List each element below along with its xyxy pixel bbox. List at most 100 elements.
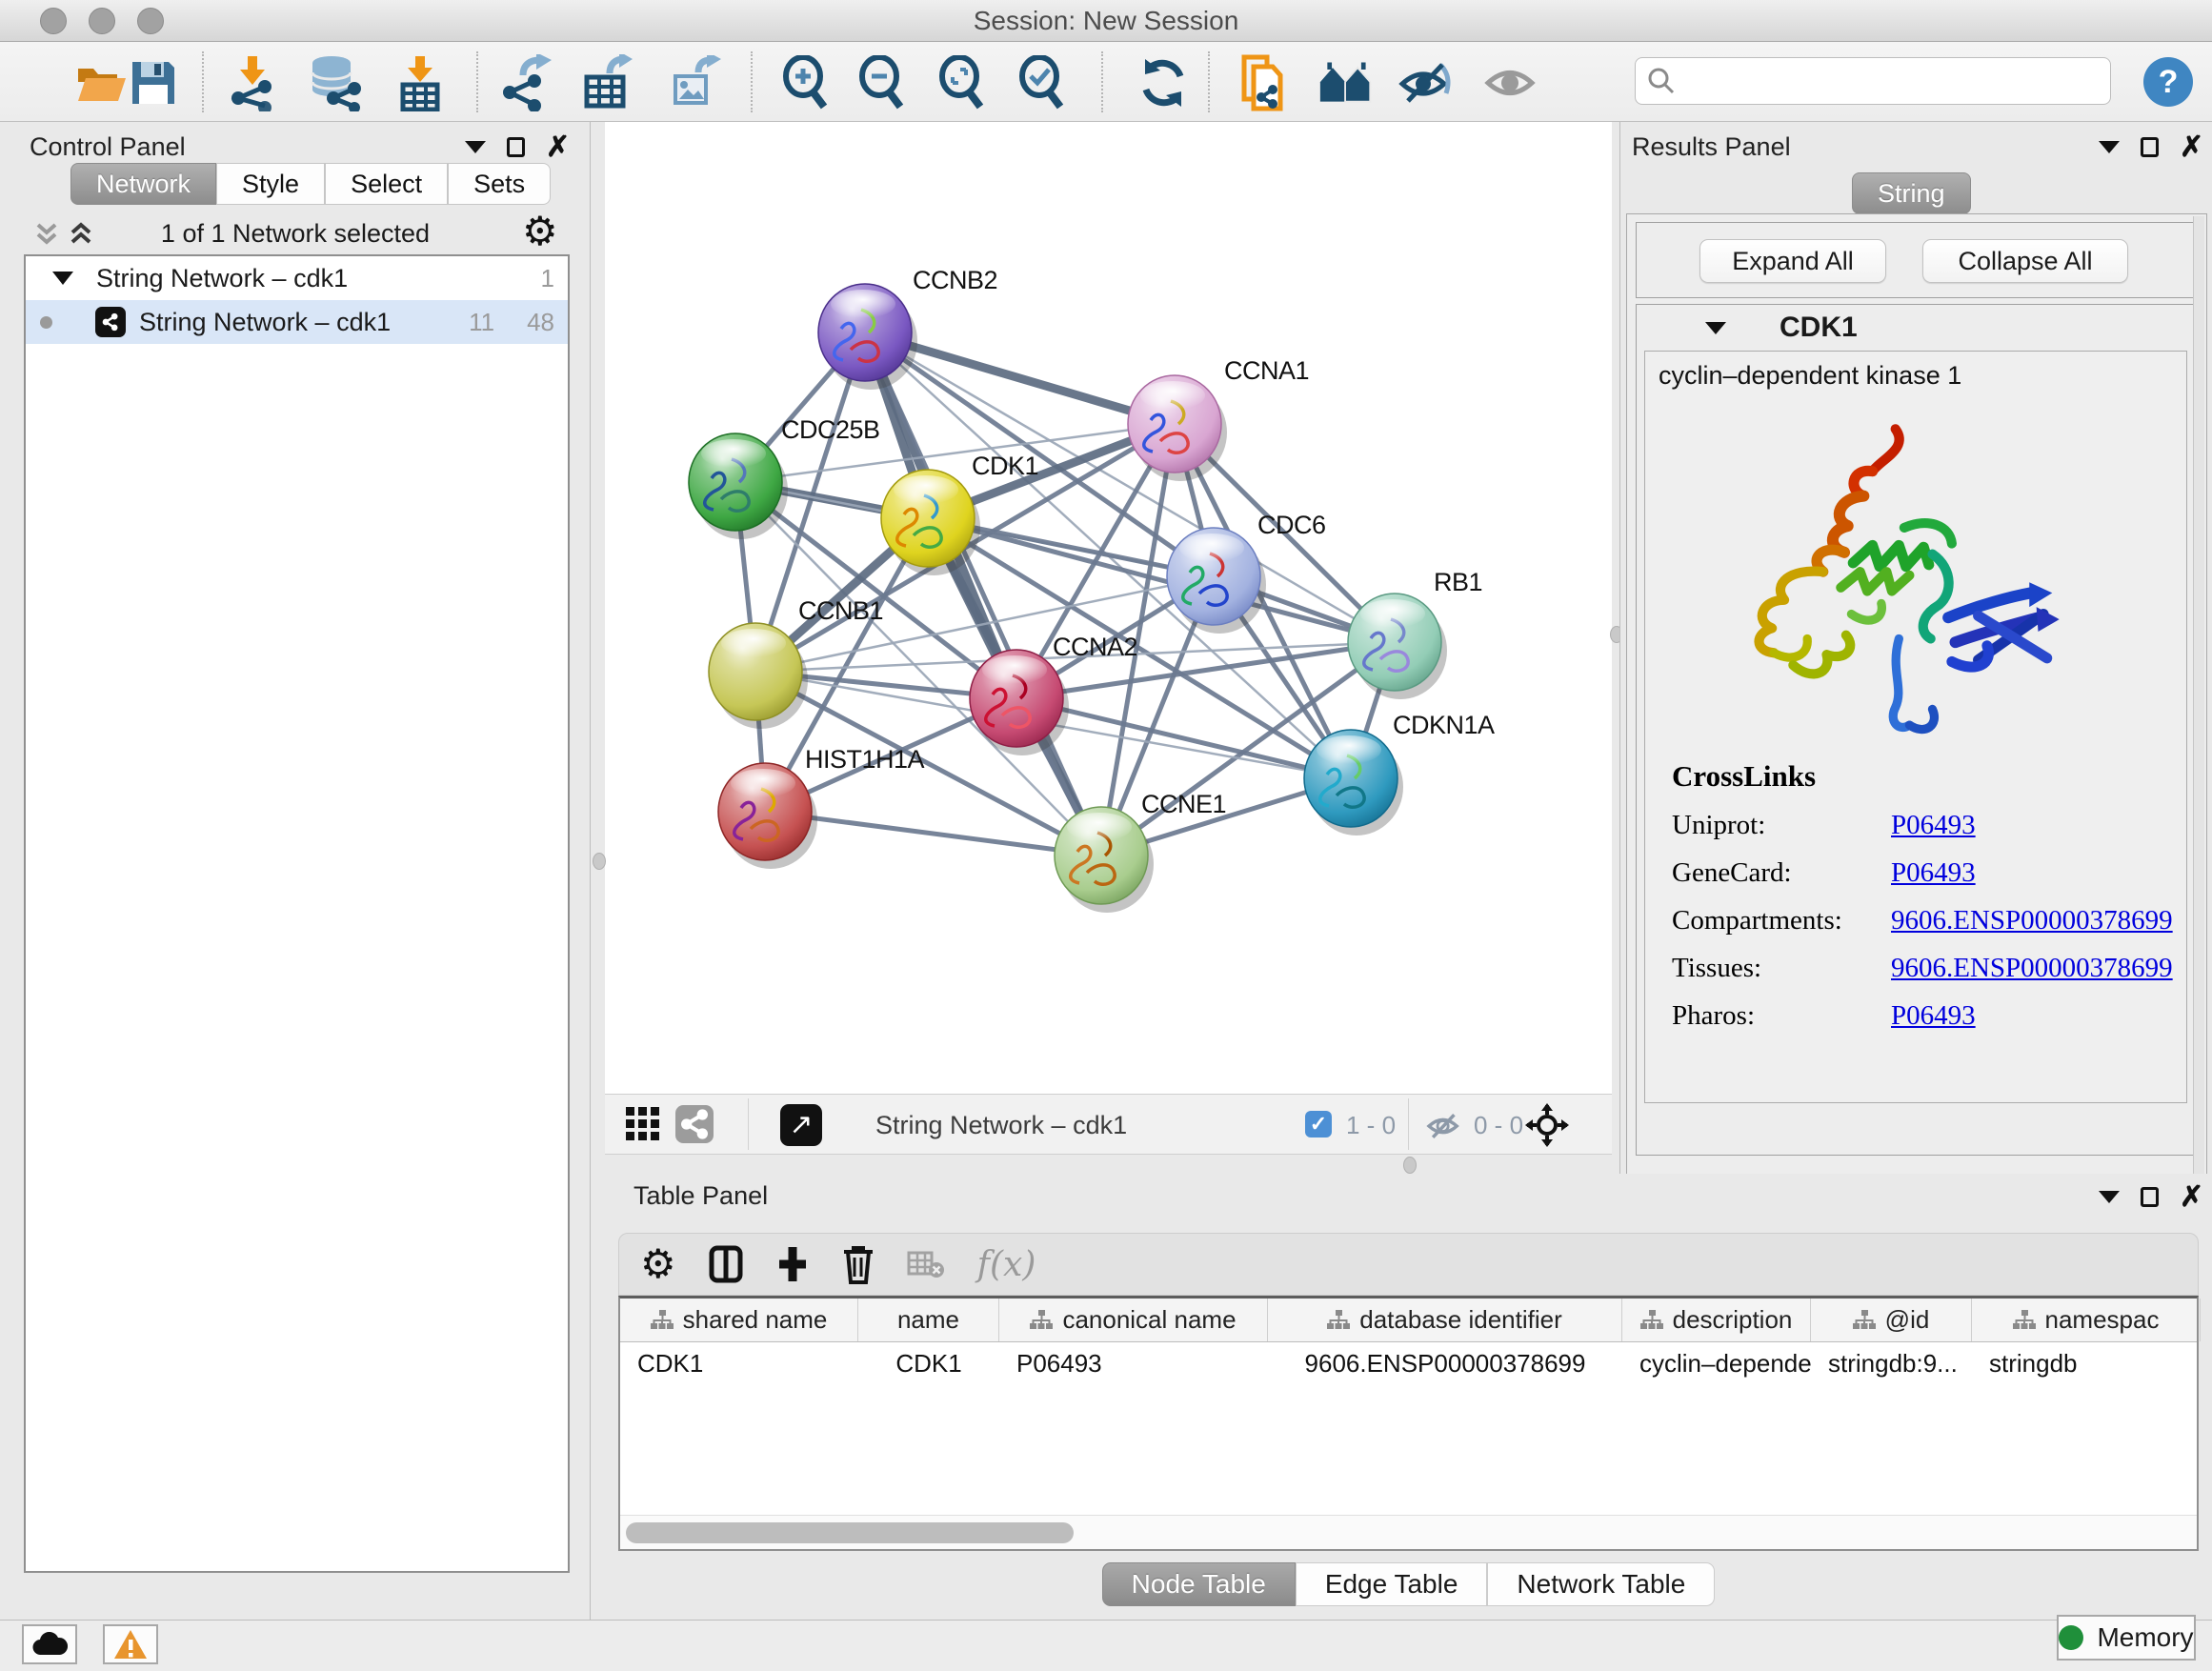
show-all-button[interactable] <box>1484 55 1539 111</box>
import-table-file-button[interactable] <box>392 55 448 111</box>
column-header--id[interactable]: @id <box>1811 1299 1972 1341</box>
panel-menu-icon[interactable] <box>465 141 486 153</box>
collapse-all-button[interactable]: Collapse All <box>1922 239 2128 283</box>
node-label: CCNB1 <box>798 596 883 625</box>
panel-menu-icon[interactable] <box>2099 141 2120 153</box>
section-expander-icon[interactable] <box>1705 322 1726 334</box>
expand-all-button[interactable]: Expand All <box>1699 239 1886 283</box>
string-network-graph[interactable]: CCNB2CCNA1CDC25BCDK1CDC6RB1CCNB1CCNA2CDK… <box>605 122 1612 1094</box>
database-network-icon <box>309 54 364 111</box>
tab-network-table[interactable]: Network Table <box>1487 1562 1715 1606</box>
column-header-label: shared name <box>683 1305 828 1335</box>
export-network-button[interactable] <box>499 55 554 111</box>
crosslink-value-link[interactable]: P06493 <box>1891 857 1976 889</box>
cloud-status-button[interactable] <box>22 1624 77 1664</box>
hide-selection-button[interactable] <box>1398 55 1454 111</box>
fit-selected-crosshair-icon[interactable] <box>1525 1103 1569 1147</box>
zoom-selected-button[interactable] <box>1014 55 1069 111</box>
network-options-gear-icon[interactable]: ⚙ <box>522 211 558 252</box>
node-label: RB1 <box>1434 568 1482 596</box>
close-panel-icon[interactable]: ✗ <box>2180 1188 2203 1207</box>
crosslink-value-link[interactable]: P06493 <box>1891 810 1976 841</box>
scrollbar-thumb[interactable] <box>626 1522 1074 1543</box>
crosslinks-title: CrossLinks <box>1672 759 2177 794</box>
column-header-canonical-name[interactable]: canonical name <box>999 1299 1268 1341</box>
birds-eye-view-icon[interactable] <box>626 1107 664 1143</box>
tab-style[interactable]: Style <box>216 163 325 205</box>
open-session-button[interactable] <box>73 55 129 111</box>
memory-button[interactable]: Memory <box>2057 1615 2196 1661</box>
crosslink-value-link[interactable]: 9606.ENSP00000378699 <box>1891 905 2173 936</box>
export-table-button[interactable] <box>579 55 634 111</box>
search-field[interactable] <box>1635 57 2111 105</box>
duplicate-network-button[interactable] <box>1235 55 1290 111</box>
table-cell: stringdb:9... <box>1811 1342 1972 1384</box>
network-node-cdk1[interactable]: CDK1 <box>881 452 1038 575</box>
save-session-button[interactable] <box>126 55 181 111</box>
export-table-icon <box>581 54 633 111</box>
network-tree: String Network – cdk1 1 String Network –… <box>24 254 570 1573</box>
import-network-file-button[interactable] <box>225 55 280 111</box>
tab-string[interactable]: String <box>1852 172 1971 214</box>
create-column-icon[interactable] <box>775 1245 810 1283</box>
help-button[interactable]: ? <box>2143 57 2193 107</box>
zoom-in-button[interactable] <box>777 55 833 111</box>
import-network-database-button[interactable] <box>309 55 364 111</box>
column-header-shared-name[interactable]: shared name <box>620 1299 858 1341</box>
network-canvas[interactable]: CCNB2CCNA1CDC25BCDK1CDC6RB1CCNB1CCNA2CDK… <box>605 122 1612 1094</box>
tab-node-table[interactable]: Node Table <box>1102 1562 1296 1606</box>
delete-column-icon[interactable] <box>842 1244 875 1284</box>
column-header-name[interactable]: name <box>858 1299 999 1341</box>
checkbox-icon: ✓ <box>1305 1111 1332 1137</box>
float-panel-icon[interactable] <box>507 137 525 157</box>
column-header-description[interactable]: description <box>1622 1299 1811 1341</box>
crosslink-value-link[interactable]: 9606.ENSP00000378699 <box>1891 953 2173 984</box>
tab-network[interactable]: Network <box>70 163 216 205</box>
network-node-rb1[interactable]: RB1 <box>1348 568 1482 699</box>
close-panel-icon[interactable]: ✗ <box>2180 138 2203 157</box>
import-table-icon <box>395 54 445 111</box>
network-node-hist1h1a[interactable]: HIST1H1A <box>718 745 925 869</box>
search-input[interactable] <box>1676 66 2085 97</box>
zoom-out-button[interactable] <box>854 55 909 111</box>
splitter-handle[interactable] <box>1403 1157 1417 1174</box>
tab-select[interactable]: Select <box>325 163 448 205</box>
export-image-icon <box>668 55 721 111</box>
open-in-window-icon[interactable]: ↗ <box>780 1104 822 1146</box>
column-header-label: description <box>1673 1305 1793 1335</box>
control-panel-tabs: Network Style Select Sets <box>70 163 551 205</box>
table-body: CDK1CDK1P064939606.ENSP00000378699cyclin… <box>620 1342 2197 1384</box>
network-edge[interactable] <box>865 332 1101 856</box>
node-result-header[interactable]: CDK1 <box>1637 305 2195 351</box>
network-node-cdkn1a[interactable]: CDKN1A <box>1304 711 1495 836</box>
table-cell: cyclin–dependent ... <box>1622 1342 1811 1384</box>
fit-content-button[interactable] <box>934 55 989 111</box>
column-type-icon <box>651 1310 674 1331</box>
network-share-icon[interactable] <box>675 1105 714 1143</box>
crosslink-value-link[interactable]: P06493 <box>1891 1000 1976 1032</box>
network-collection-row[interactable]: String Network – cdk1 1 <box>26 256 568 300</box>
float-panel-icon[interactable] <box>2141 1187 2159 1207</box>
table-row[interactable]: CDK1CDK1P064939606.ENSP00000378699cyclin… <box>620 1342 2197 1384</box>
table-horizontal-scrollbar[interactable] <box>620 1515 2197 1549</box>
panel-menu-icon[interactable] <box>2099 1191 2120 1203</box>
apply-layout-button[interactable] <box>1136 55 1191 111</box>
network-node-ccnb1[interactable]: CCNB1 <box>709 596 883 729</box>
network-row[interactable]: String Network – cdk1 11 48 <box>26 300 568 344</box>
float-panel-icon[interactable] <box>2141 137 2159 157</box>
expander-icon[interactable] <box>52 272 73 285</box>
tab-edge-table[interactable]: Edge Table <box>1296 1562 1488 1606</box>
column-header-namespac[interactable]: namespac <box>1972 1299 2201 1341</box>
close-panel-icon[interactable]: ✗ <box>546 138 570 157</box>
table-options-gear-icon[interactable]: ⚙ <box>640 1244 676 1284</box>
first-neighbors-button[interactable] <box>1318 55 1374 111</box>
show-columns-icon[interactable] <box>709 1245 743 1283</box>
column-header-database-identifier[interactable]: database identifier <box>1268 1299 1622 1341</box>
status-bar: Memory <box>0 1620 2212 1671</box>
export-image-button[interactable] <box>667 55 722 111</box>
network-node-ccna1[interactable]: CCNA1 <box>1128 356 1309 481</box>
left-splitter-handle[interactable] <box>593 853 606 870</box>
column-header-label: database identifier <box>1359 1305 1561 1335</box>
warnings-button[interactable] <box>103 1624 158 1664</box>
tab-sets[interactable]: Sets <box>448 163 551 205</box>
